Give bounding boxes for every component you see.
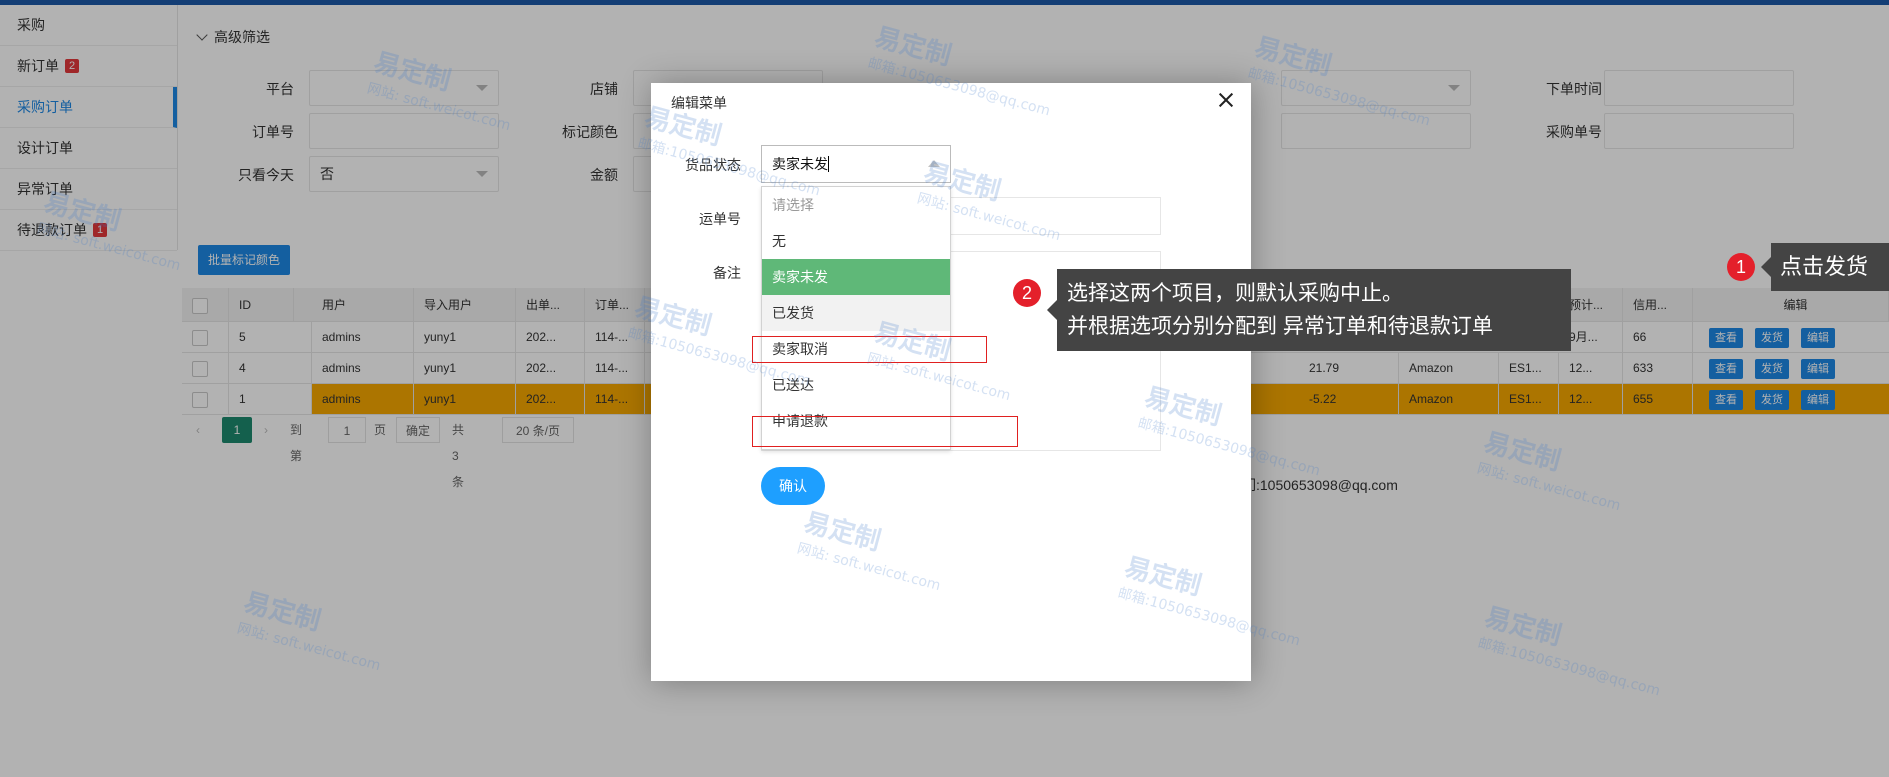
highlight-box-refund [752,416,1018,447]
dialog-title: 编辑菜单 [671,95,727,111]
callout-pointer [1761,257,1771,277]
callout-pointer [1047,300,1057,320]
goods-status-value: 卖家未发 [772,156,828,172]
highlight-box-cancel [752,336,987,363]
remark-label: 备注 [713,265,741,281]
option-placeholder[interactable]: 请选择 [762,187,950,223]
close-icon[interactable] [1217,91,1235,109]
goods-status-label: 货品状态 [685,157,741,173]
edit-menu-dialog: 编辑菜单 货品状态 卖家未发 运单号 备注 请选择 无 卖家未发 已发货 卖家取… [651,83,1251,681]
waybill-label: 运单号 [699,211,741,227]
goods-status-dropdown: 请选择 无 卖家未发 已发货 卖家取消 已送达 申请退款 [761,186,951,450]
option-delivered[interactable]: 已送达 [762,367,950,403]
option-shipped[interactable]: 已发货 [762,295,950,331]
step-one-text: 点击发货 [1780,254,1869,279]
option-none[interactable]: 无 [762,223,950,259]
step-two-line1: 选择这两个项目，则默认采购中止。 [1067,282,1403,305]
step-one-note: 点击发货 [1761,243,1889,291]
chevron-up-icon [928,160,940,167]
goods-status-select[interactable]: 卖家未发 [761,145,951,183]
step-two-marker: 2 [1013,279,1041,307]
step-one-marker: 1 [1727,253,1755,281]
step-two-note: 选择这两个项目，则默认采购中止。 并根据选项分别分配到 异常订单和待退款订单 [1047,269,1571,351]
option-seller-not-shipped[interactable]: 卖家未发 [762,259,950,295]
confirm-button[interactable]: 确认 [761,467,825,505]
step-two-line2: 并根据选项分别分配到 异常订单和待退款订单 [1067,315,1493,338]
text-cursor [828,156,829,172]
